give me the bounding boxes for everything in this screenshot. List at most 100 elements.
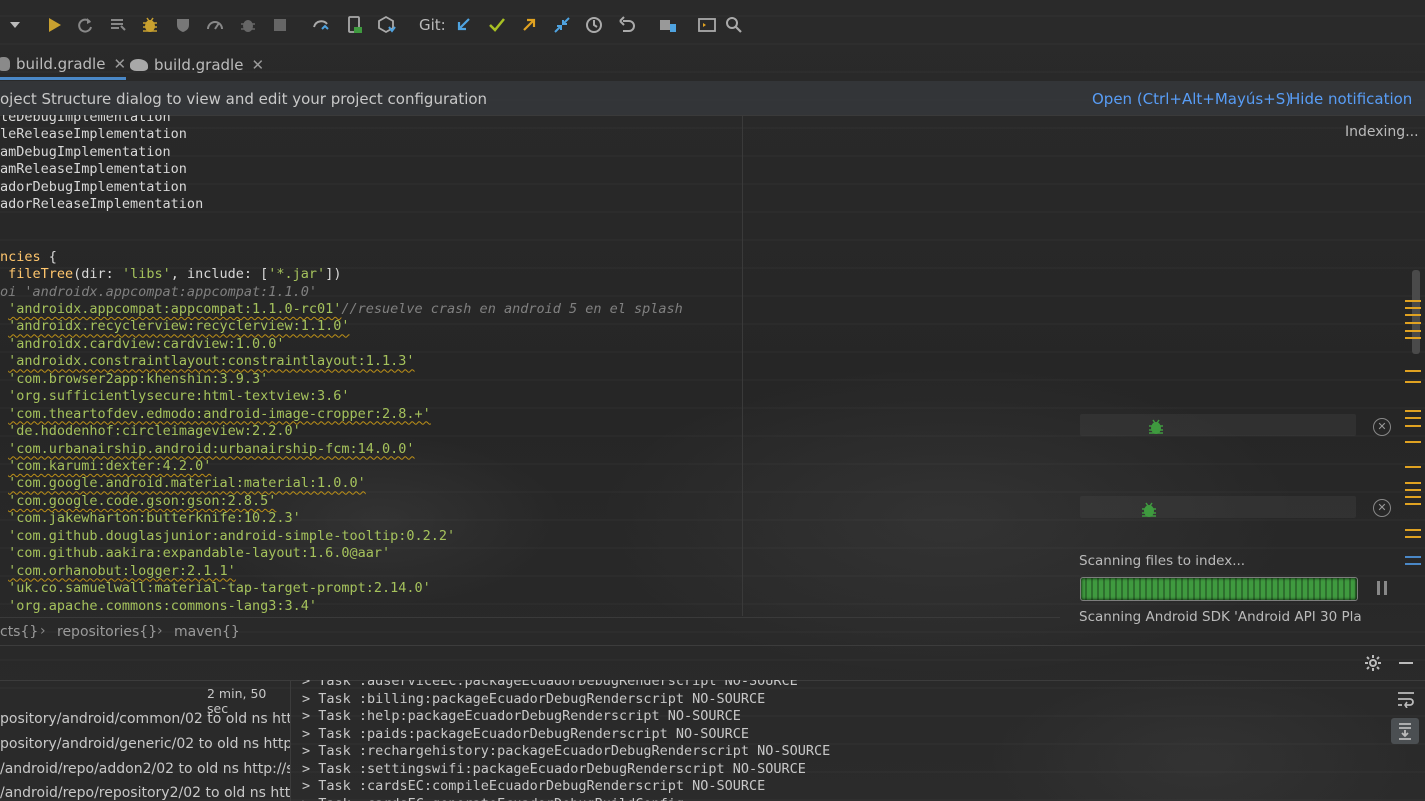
warning-marker[interactable] xyxy=(1405,307,1421,309)
warning-marker[interactable] xyxy=(1405,410,1421,412)
build-output-console[interactable]: > Task :adserviceEC:packageEcuadorDebugR… xyxy=(292,680,1382,801)
code-line[interactable]: 'com.google.android.material:material:1.… xyxy=(0,475,366,493)
warning-marker[interactable] xyxy=(1405,337,1421,339)
device-manager-icon[interactable] xyxy=(343,14,365,36)
warning-marker[interactable] xyxy=(1405,441,1421,443)
git-merge-icon[interactable] xyxy=(551,14,573,36)
warning-marker[interactable] xyxy=(1405,489,1421,491)
breadcrumb-item[interactable]: cts{} xyxy=(0,624,38,640)
sdk-manager-icon[interactable] xyxy=(375,14,397,36)
open-project-structure-link[interactable]: Open (Ctrl+Alt+Mayús+S) xyxy=(1092,90,1291,108)
warning-marker[interactable] xyxy=(1405,425,1421,427)
main-toolbar: Git: xyxy=(0,0,1425,50)
notification-text: oject Structure dialog to view and edit … xyxy=(0,90,488,108)
code-line[interactable]: 'com.jakewharton:butterknife:10.2.3' xyxy=(0,510,301,528)
code-line[interactable]: 'com.github.douglasjunior:android-simple… xyxy=(0,528,455,546)
code-line[interactable]: fileTree(dir: 'libs', include: ['*.jar']… xyxy=(0,266,341,284)
cancel-task-icon[interactable]: ✕ xyxy=(1373,418,1391,436)
warning-marker[interactable] xyxy=(1405,466,1421,468)
warning-marker[interactable] xyxy=(1405,417,1421,419)
warning-marker[interactable] xyxy=(1405,330,1421,332)
editor-scrollbar[interactable] xyxy=(1412,270,1420,354)
code-line[interactable]: 'com.karumi:dexter:4.2.0' xyxy=(0,458,211,476)
breadcrumb-item[interactable]: maven{} xyxy=(174,624,240,640)
minimize-icon[interactable] xyxy=(1399,662,1413,664)
code-line[interactable]: 'org.sufficientlysecure:html-textview:3.… xyxy=(0,388,349,406)
sync-gradle-icon[interactable] xyxy=(310,14,332,36)
breadcrumb-item[interactable]: repositories{} xyxy=(57,624,157,640)
code-line[interactable]: 'androidx.cardview:cardview:1.0.0' xyxy=(0,336,284,354)
code-line[interactable]: 'com.theartofdev.edmodo:android-image-cr… xyxy=(0,406,431,424)
tree-item[interactable]: /android/repo/repository2/02 to old ns h… xyxy=(0,785,290,801)
console-line: > Task :help:packageEcuadorDebugRendersc… xyxy=(302,708,741,724)
code-line[interactable]: 'com.browser2app:khenshin:3.9.3' xyxy=(0,371,268,389)
code-line[interactable]: amReleaseImplementation xyxy=(0,161,187,179)
console-line: > Task :cardsEC:generateEcuadorDebugBuil… xyxy=(302,796,684,801)
code-line[interactable]: leReleaseImplementation xyxy=(0,126,187,144)
warning-marker[interactable] xyxy=(1405,503,1421,505)
tree-item[interactable]: pository/android/generic/02 to old ns ht… xyxy=(0,736,290,752)
background-task-row xyxy=(1080,414,1356,436)
dropdown-arrow-icon[interactable] xyxy=(4,14,26,36)
warning-marker[interactable] xyxy=(1405,482,1421,484)
scroll-to-end-icon[interactable] xyxy=(1391,718,1419,744)
rerun-icon[interactable] xyxy=(74,14,96,36)
warning-marker[interactable] xyxy=(1405,381,1421,383)
code-line[interactable]: leDebugImplementation xyxy=(0,115,171,127)
code-line[interactable]: amDebugImplementation xyxy=(0,144,171,162)
attach-debugger-icon[interactable] xyxy=(237,14,259,36)
code-line[interactable]: 'org.apache.commons:commons-lang3:3.4' xyxy=(0,598,317,616)
stop-icon[interactable] xyxy=(269,14,291,36)
code-line[interactable]: 'com.github.aakira:expandable-layout:1.6… xyxy=(0,545,390,563)
soft-wrap-icon[interactable] xyxy=(1396,690,1416,708)
code-line[interactable]: 'com.orhanobut:logger:2.1.1' xyxy=(0,563,236,581)
apply-changes-icon[interactable] xyxy=(204,14,226,36)
run-icon[interactable] xyxy=(43,14,65,36)
code-line[interactable]: 'com.google.code.gson:gson:2.8.5' xyxy=(0,493,276,511)
git-history-icon[interactable] xyxy=(583,14,605,36)
tree-item[interactable]: pository/android/common/02 to old ns htt… xyxy=(0,711,290,727)
project-structure-icon[interactable] xyxy=(657,14,679,36)
code-line[interactable]: adorReleaseImplementation xyxy=(0,196,203,214)
hide-notification-link[interactable]: Hide notification xyxy=(1289,90,1412,108)
warning-marker[interactable] xyxy=(1405,496,1421,498)
warning-marker[interactable] xyxy=(1405,322,1421,324)
warning-marker[interactable] xyxy=(1405,556,1421,558)
gear-icon[interactable] xyxy=(1364,654,1382,672)
code-editor[interactable]: leDebugImplementation leReleaseImplementa… xyxy=(0,115,1400,616)
git-push-icon[interactable] xyxy=(518,14,540,36)
code-line[interactable]: 'androidx.recyclerview:recyclerview:1.1.… xyxy=(0,318,349,336)
tab-build-gradle-app[interactable]: build.gradle ✕ xyxy=(0,50,127,80)
code-line[interactable]: 'uk.co.samuelwall:material-tap-target-pr… xyxy=(0,580,431,598)
terminal-icon[interactable] xyxy=(696,14,718,36)
profile-icon[interactable] xyxy=(172,14,194,36)
git-rollback-icon[interactable] xyxy=(616,14,638,36)
code-line[interactable]: oi 'androidx.appcompat:appcompat:1.1.0' xyxy=(0,284,317,302)
build-tree: 2 min, 50 sec pository/android/common/02… xyxy=(0,680,291,801)
code-line[interactable]: 'androidx.constraintlayout:constraintlay… xyxy=(0,353,414,371)
warning-marker[interactable] xyxy=(1405,314,1421,316)
tab-build-gradle-project[interactable]: build.gradle ✕ xyxy=(130,50,264,80)
warning-marker[interactable] xyxy=(1405,536,1421,538)
tab-label: build.gradle xyxy=(154,56,244,74)
code-line[interactable]: ncies { xyxy=(0,249,57,267)
git-commit-icon[interactable] xyxy=(486,14,508,36)
search-icon[interactable] xyxy=(723,14,745,36)
git-update-icon[interactable] xyxy=(453,14,475,36)
code-line[interactable]: 'androidx.appcompat:appcompat:1.1.0-rc01… xyxy=(0,301,683,319)
coverage-icon[interactable] xyxy=(107,14,129,36)
code-line[interactable]: 'de.hdodenhof:circleimageview:2.2.0' xyxy=(0,423,301,441)
scan-detail: Scanning Android SDK 'Android API 30 Pla xyxy=(1079,609,1362,625)
close-icon[interactable]: ✕ xyxy=(113,55,126,73)
code-line[interactable]: adorDebugImplementation xyxy=(0,179,187,197)
info-marker[interactable] xyxy=(1405,563,1421,565)
pause-icon[interactable] xyxy=(1376,580,1388,596)
warning-marker[interactable] xyxy=(1405,300,1421,302)
debug-icon[interactable] xyxy=(139,14,161,36)
tree-item[interactable]: /android/repo/addon2/02 to old ns http:/… xyxy=(0,761,290,777)
code-line[interactable]: 'com.urbanairship.android:urbanairship-f… xyxy=(0,441,414,459)
close-icon[interactable]: ✕ xyxy=(251,56,264,74)
cancel-task-icon[interactable]: ✕ xyxy=(1373,499,1391,517)
warning-marker[interactable] xyxy=(1405,529,1421,531)
warning-marker[interactable] xyxy=(1405,370,1421,372)
